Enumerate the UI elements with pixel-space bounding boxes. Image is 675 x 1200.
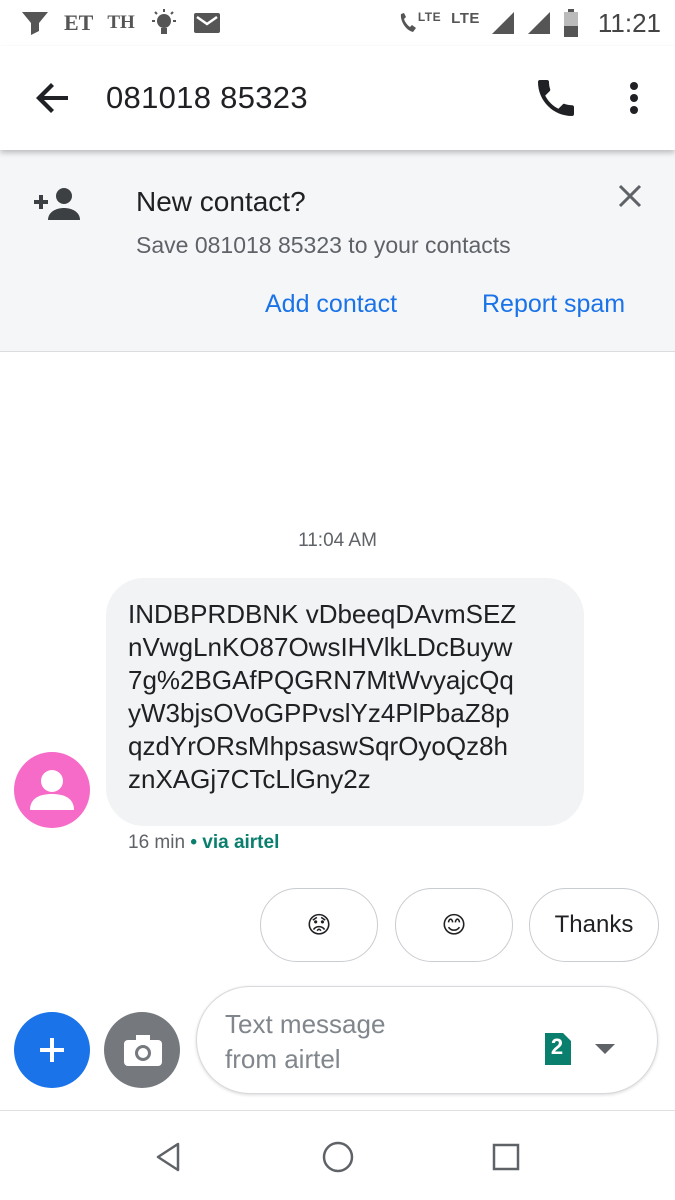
compose-bar: Text message from airtel 2 xyxy=(196,986,658,1094)
smiling-face-emoji: 😊 xyxy=(441,911,467,939)
add-person-icon xyxy=(34,188,80,220)
lte-label-1: LTE xyxy=(417,10,442,24)
gmail-icon xyxy=(193,13,220,33)
conversation-title: 081018 85323 xyxy=(106,80,308,115)
nav-recents-icon[interactable] xyxy=(490,1141,522,1173)
signal-icon xyxy=(527,12,550,34)
banner-subtitle: Save 081018 85323 to your contacts xyxy=(136,232,511,258)
add-contact-button[interactable]: Add contact xyxy=(265,290,397,319)
system-nav-bar xyxy=(0,1110,675,1200)
avatar[interactable] xyxy=(14,752,90,828)
new-contact-banner: New contact? Save 081018 85323 to your c… xyxy=(0,150,675,352)
person-icon xyxy=(30,770,74,810)
message-date-header: 11:04 AM xyxy=(298,530,377,551)
app-bar: 081018 85323 xyxy=(0,46,675,150)
smart-reply-label: Thanks xyxy=(554,911,634,938)
sim-number: 2 xyxy=(550,1034,564,1059)
lightbulb-icon xyxy=(151,9,176,34)
battery-icon xyxy=(563,9,578,37)
lte-label-2: LTE xyxy=(451,9,480,27)
message-text: INDBPRDBNK vDbeeqDAvmSEZ nVwgLnKO87OwsIH… xyxy=(128,599,517,794)
carrier-label-1: ET xyxy=(64,10,94,35)
smart-reply-worried[interactable]: 😟 xyxy=(260,888,378,962)
dismiss-banner-button[interactable] xyxy=(614,180,646,212)
volte-call-icon xyxy=(400,13,416,32)
message-input[interactable]: Text message from airtel xyxy=(225,1007,385,1077)
smart-reply-thanks[interactable]: Thanks xyxy=(529,888,659,962)
call-button[interactable] xyxy=(532,74,580,122)
back-button[interactable] xyxy=(28,74,76,122)
dropdown-arrow-icon[interactable] xyxy=(593,1041,617,1057)
status-time: 11:21 xyxy=(597,7,661,38)
status-bar: ET TH LTE LTE 11:21 xyxy=(0,0,675,46)
message-age: 16 min xyxy=(128,832,186,853)
add-attachment-button[interactable] xyxy=(14,1012,90,1088)
message-bubble[interactable]: INDBPRDBNK vDbeeqDAvmSEZ nVwgLnKO87OwsIH… xyxy=(106,578,584,826)
report-spam-button[interactable]: Report spam xyxy=(482,290,625,319)
back-arrow-icon xyxy=(36,83,68,113)
more-options-button[interactable] xyxy=(614,74,654,122)
carrier-label-2: TH xyxy=(107,12,135,33)
nav-back-icon[interactable] xyxy=(152,1141,184,1173)
wifi-funnel-icon xyxy=(22,12,48,35)
smart-reply-smile[interactable]: 😊 xyxy=(395,888,513,962)
phone-icon xyxy=(538,80,574,116)
more-vert-icon xyxy=(630,82,638,114)
signal-icon xyxy=(491,12,514,34)
close-icon xyxy=(618,184,642,208)
status-bar-right: LTE LTE 11:21 xyxy=(396,8,661,38)
message-via-carrier: via airtel xyxy=(202,832,280,853)
worried-face-emoji: 😟 xyxy=(306,911,332,939)
message-meta: 16 min • via airtel xyxy=(128,832,279,854)
meta-separator: • xyxy=(190,832,197,853)
banner-title: New contact? xyxy=(136,186,306,217)
status-bar-left: ET TH xyxy=(20,8,221,38)
camera-button[interactable] xyxy=(104,1012,180,1088)
plus-icon xyxy=(40,1038,64,1062)
camera-icon xyxy=(124,1035,162,1066)
nav-home-icon[interactable] xyxy=(320,1139,356,1175)
